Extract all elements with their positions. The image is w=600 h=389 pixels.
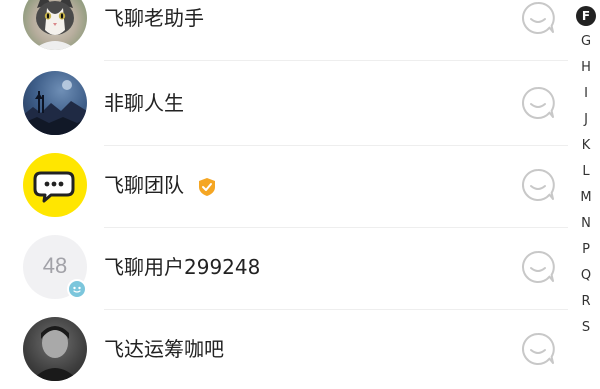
cat-avatar[interactable] xyxy=(23,0,87,50)
cat-photo-icon xyxy=(33,0,77,50)
feiliao-logo-icon xyxy=(33,171,75,203)
chat-button[interactable] xyxy=(520,249,556,285)
verified-badge-icon xyxy=(197,177,217,197)
contact-name: 飞聊团队 xyxy=(104,173,184,197)
chat-bubble-icon xyxy=(522,332,555,365)
index-letter[interactable]: N xyxy=(572,215,600,233)
contact-name: 飞聊老助手 xyxy=(104,6,204,30)
row-divider xyxy=(104,60,568,61)
index-letter[interactable]: S xyxy=(572,319,600,337)
index-letter[interactable]: J xyxy=(572,111,600,129)
contact-row[interactable]: 飞聊团队 xyxy=(0,145,568,228)
chat-bubble-icon xyxy=(522,1,555,34)
chat-button[interactable] xyxy=(520,0,556,36)
person-avatar[interactable] xyxy=(23,317,87,381)
index-letter[interactable]: R xyxy=(572,293,600,311)
status-mini-icon xyxy=(67,279,87,299)
night-landscape-avatar[interactable] xyxy=(23,71,87,135)
team-avatar[interactable] xyxy=(23,153,87,217)
contact-list: 飞聊老助手 非聊人生 飞聊团队 48 飞聊用户299248 飞达运筹咖吧 xyxy=(0,0,568,381)
chat-button[interactable] xyxy=(520,167,556,203)
chat-button[interactable] xyxy=(520,85,556,121)
index-letter[interactable]: Q xyxy=(572,267,600,285)
night-landscape-photo-icon xyxy=(23,80,87,135)
chat-button[interactable] xyxy=(520,331,556,367)
contact-row[interactable]: 飞聊老助手 xyxy=(0,0,568,61)
alphabet-index-bar[interactable]: F G H I J K L M N P Q R S xyxy=(572,0,600,340)
index-letter[interactable]: P xyxy=(572,241,600,259)
default-number-avatar[interactable]: 48 xyxy=(23,235,87,299)
index-letter-active[interactable]: F xyxy=(576,6,596,26)
index-letter[interactable]: M xyxy=(572,189,600,207)
index-letter[interactable]: K xyxy=(572,137,600,155)
contact-row[interactable]: 飞达运筹咖吧 xyxy=(0,309,568,389)
contact-name: 非聊人生 xyxy=(104,91,184,115)
index-letter[interactable]: L xyxy=(572,163,600,181)
index-letter[interactable]: G xyxy=(572,33,600,51)
contact-name: 飞聊用户299248 xyxy=(104,255,261,279)
contact-row[interactable]: 48 飞聊用户299248 xyxy=(0,227,568,310)
avatar-initials: 48 xyxy=(42,253,68,278)
index-letter[interactable]: I xyxy=(572,85,600,103)
chat-bubble-icon xyxy=(522,250,555,283)
chat-bubble-icon xyxy=(522,86,555,119)
person-photo-icon xyxy=(31,326,79,381)
index-letter[interactable]: H xyxy=(572,59,600,77)
contact-row[interactable]: 非聊人生 xyxy=(0,63,568,146)
chat-bubble-icon xyxy=(522,168,555,201)
